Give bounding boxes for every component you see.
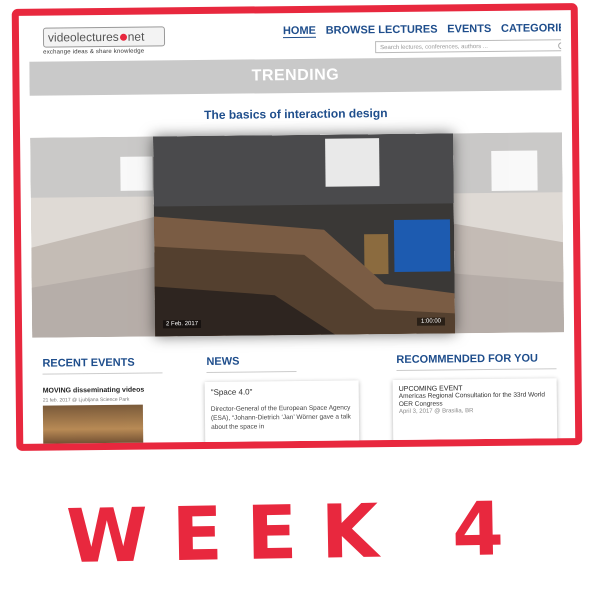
logo-dot-icon [119,33,127,41]
event-meta: 21 feb. 2017 @ Ljubljana Science Park [42,396,130,404]
nav-categories[interactable]: CATEGORIES [501,22,565,36]
recommended-text: Americas Regional Consultation for the 3… [398,391,546,408]
carousel-prev-image[interactable] [30,136,158,338]
lecture-hall-image [451,132,565,334]
divider [42,372,163,375]
site-tagline: exchange ideas & share knowledge [43,48,145,56]
news-card[interactable]: "Space 4.0" Director-General of the Euro… [204,380,360,448]
nav-browse-lectures[interactable]: BROWSE LECTURES [326,24,438,38]
event-title[interactable]: MOVING disseminating videos [43,387,145,395]
nav-home[interactable]: HOME [282,24,317,39]
news-card-title: "Space 4.0" [210,387,253,397]
video-title[interactable]: The basics of interaction design [30,104,562,124]
carousel-next-image[interactable] [451,132,565,334]
video-date: 2 Feb. 2017 [162,320,202,329]
news-card-text: Director-General of the European Space A… [210,404,351,431]
marker-frame: videolectures net exchange ideas & share… [11,3,583,451]
divider [206,371,297,373]
recommended-heading: RECOMMENDED FOR YOU [396,352,539,366]
recommended-card[interactable]: UPCOMING EVENT Americas Regional Consult… [392,378,558,448]
site-logo[interactable]: videolectures net exchange ideas & share… [42,26,166,59]
week-caption: WEEK 4 [65,485,529,581]
logo-wordmark: videolectures net [42,26,166,48]
nav-events[interactable]: EVENTS [447,23,491,36]
divider [396,368,557,371]
website-screenshot: videolectures net exchange ideas & share… [29,12,566,448]
event-thumbnail[interactable] [42,404,144,446]
recent-events-heading: RECENT EVENTS [42,356,135,370]
trending-heading: TRENDING [29,56,562,96]
logo-suffix: net [127,29,145,44]
logo-text: videolectures [47,29,119,45]
recommended-meta: April 3, 2017 @ Brasilia, BR [398,408,474,415]
lecture-hall-image [30,136,158,338]
news-heading: NEWS [206,355,240,368]
trending-video-player[interactable]: 2 Feb. 2017 1:00:00 [153,133,456,337]
search-placeholder: Search lectures, conferences, authors ..… [380,43,488,52]
video-duration: 1:00:00 [416,317,446,326]
search-icon[interactable] [558,42,566,50]
search-input[interactable]: Search lectures, conferences, authors ..… [375,39,566,54]
main-nav: HOME BROWSE LECTURES EVENTS CATEGORIES [282,22,565,39]
lecture-hall-thumbnail [153,133,456,337]
